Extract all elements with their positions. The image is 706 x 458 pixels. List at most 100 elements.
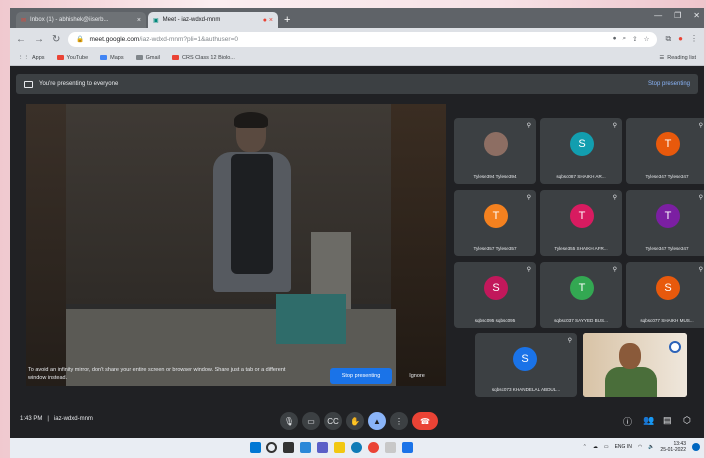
mic-muted-icon: ⚲: [698, 195, 703, 201]
new-tab-button[interactable]: +: [284, 14, 290, 26]
zoom-icon[interactable]: ⌕: [623, 35, 627, 43]
chat-icon[interactable]: ▤: [663, 415, 672, 426]
avatar: S: [513, 347, 537, 371]
maps-icon: [100, 55, 108, 60]
participant-name: sqbsc095 sqbsc095: [474, 318, 516, 323]
record-icon[interactable]: ●: [613, 35, 617, 43]
self-camera-tile[interactable]: [583, 333, 687, 397]
bookmark-youtube[interactable]: YouTube: [56, 55, 88, 61]
task-view-icon[interactable]: [283, 442, 294, 453]
participant-tile[interactable]: ⚲ Tylese394 Tylese394: [454, 118, 536, 184]
mic-icon[interactable]: 🎙: [280, 412, 298, 430]
apps-icon: ⋮⋮: [18, 54, 29, 61]
notice-text: To avoid an infinity mirror, don't share…: [28, 367, 286, 381]
meeting-code[interactable]: iaz-wdxd-mnm: [54, 416, 93, 422]
notification-badge[interactable]: [692, 443, 700, 451]
file-explorer-icon[interactable]: [334, 442, 345, 453]
scene-shelf-left: [26, 104, 66, 386]
battery-icon[interactable]: ▭: [604, 444, 609, 450]
forward-icon[interactable]: →: [34, 34, 44, 45]
search-icon[interactable]: [266, 442, 277, 453]
browser-toolbar: ← → ↻ 🔒 meet.google.com/iaz-wdxd-mnm?pli…: [10, 28, 704, 50]
mic-muted-icon: ⚲: [612, 123, 617, 129]
url-path: /iaz-wdxd-mnm?pli=1&authuser=0: [139, 35, 238, 43]
menu-icon[interactable]: ⋮: [690, 34, 698, 44]
tab-gmail[interactable]: ✉ Inbox (1) - abhishek@iiserb... ×: [16, 12, 146, 28]
mic-muted-icon: ⚲: [612, 195, 617, 201]
participant-tile[interactable]: ⚲ Ssqbsc077 SHAIKH MUS...: [626, 262, 704, 328]
tab-label: Inbox (1) - abhishek@iiserb...: [30, 17, 109, 23]
mic-muted-icon: ⚲: [698, 123, 703, 129]
presentation-stage: [26, 104, 446, 386]
raise-hand-icon[interactable]: ✋: [346, 412, 364, 430]
reload-icon[interactable]: ↻: [52, 34, 60, 45]
participant-tile[interactable]: ⚲ T Tylese347 Tylese347: [626, 190, 704, 256]
language-indicator[interactable]: ENG IN: [615, 444, 632, 450]
participant-tile[interactable]: ⚲ Tsqbsc037 SAYYED BUS...: [540, 262, 622, 328]
maximize-icon[interactable]: ❐: [674, 11, 681, 20]
avatar: S: [656, 276, 680, 300]
chevron-up-icon[interactable]: ⌃: [583, 444, 587, 450]
stop-presenting-button[interactable]: Stop presenting: [330, 368, 392, 384]
bookmark-maps[interactable]: Maps: [100, 55, 124, 61]
presenter-video: [201, 112, 301, 314]
banner-stop-presenting-link[interactable]: Stop presenting: [648, 81, 690, 87]
start-icon[interactable]: [250, 442, 261, 453]
avatar: T: [570, 204, 594, 228]
participant-tile[interactable]: ⚲ T Tylese357 Tylese357: [454, 190, 536, 256]
bookmark-apps[interactable]: ⋮⋮ Apps: [18, 55, 45, 61]
participant-name: sqbsc087 SHAIKH AR...: [556, 174, 606, 179]
avatar: S: [484, 276, 508, 300]
edge-icon[interactable]: [351, 442, 362, 453]
present-icon[interactable]: ▲: [368, 412, 386, 430]
mic-muted-icon: ⚲: [526, 123, 531, 129]
bookmark-gmail[interactable]: Gmail: [135, 55, 160, 61]
captions-icon[interactable]: CC: [324, 412, 342, 430]
minimize-icon[interactable]: —: [654, 11, 662, 20]
more-options-icon[interactable]: ⋮: [390, 412, 408, 430]
ignore-button[interactable]: Ignore: [402, 368, 432, 384]
url-host: meet.google.com: [89, 35, 140, 43]
participant-tile[interactable]: ⚲ T Tylese347 Tylese347: [626, 118, 704, 184]
profile-icon[interactable]: ●: [678, 34, 683, 44]
wifi-icon[interactable]: ◠: [638, 444, 642, 450]
tab-meet[interactable]: ▣ Meet - iaz-wdxd-mnm ● ×: [148, 12, 278, 28]
onedrive-icon[interactable]: ☁: [593, 444, 598, 450]
system-tray: ⌃ ☁ ▭ ENG IN ◠ 🔈 13:43 25-01-2022: [583, 441, 700, 453]
share-icon[interactable]: ⇪: [632, 35, 637, 43]
app-icon[interactable]: [402, 442, 413, 453]
info-icon[interactable]: ⓘ: [623, 415, 632, 428]
close-icon[interactable]: ● ×: [263, 17, 273, 24]
store-icon[interactable]: [385, 442, 396, 453]
camera-icon[interactable]: ▭: [302, 412, 320, 430]
participant-tile[interactable]: ⚲ Ssqbsc073 KHANDELAL ABDUL...: [475, 333, 577, 397]
activities-icon[interactable]: ⬡: [683, 415, 691, 426]
participant-name: Tylese394 Tylese394: [473, 174, 517, 179]
address-bar[interactable]: 🔒 meet.google.com/iaz-wdxd-mnm?pli=1&aut…: [68, 31, 658, 47]
leave-call-icon[interactable]: ☎: [412, 412, 438, 430]
youtube-icon: [172, 55, 179, 60]
close-window-icon[interactable]: ✕: [693, 11, 700, 20]
people-icon[interactable]: 👥: [643, 415, 654, 426]
bookmark-star-icon[interactable]: ☆: [644, 35, 650, 43]
participant-name: sqbsc077 SHAIKH MUS...: [640, 318, 694, 323]
back-icon[interactable]: ←: [16, 34, 26, 45]
window-controls: — ❐ ✕: [654, 11, 700, 20]
meet-icon: ▣: [153, 17, 159, 24]
youtube-icon: [56, 55, 64, 60]
widgets-icon[interactable]: [300, 442, 311, 453]
extension-icon[interactable]: ⧉: [665, 34, 671, 44]
volume-icon[interactable]: 🔈: [648, 444, 654, 450]
close-icon[interactable]: ×: [137, 17, 141, 24]
chrome-icon[interactable]: [368, 442, 379, 453]
participant-tile[interactable]: ⚲ Ssqbsc087 SHAIKH AR...: [540, 118, 622, 184]
tab-strip: ✉ Inbox (1) - abhishek@iiserb... × ▣ Mee…: [10, 8, 704, 28]
participant-tile[interactable]: ⚲ T Tylese355 SHAIKH AFR...: [540, 190, 622, 256]
reading-list[interactable]: ☰ Reading list: [659, 55, 696, 61]
teams-chat-icon[interactable]: [317, 442, 328, 453]
participant-tile[interactable]: ⚲ Ssqbsc095 sqbsc095: [454, 262, 536, 328]
bookmark-crs[interactable]: CRS Class 12 Biolo...: [172, 55, 235, 61]
clock[interactable]: 13:43 25-01-2022: [660, 441, 686, 453]
avatar: T: [484, 204, 508, 228]
meeting-controls: 1:43 PM | iaz-wdxd-mnm 🎙 ▭ CC ✋ ▲ ⋮ ☎ ⓘ …: [10, 404, 704, 438]
